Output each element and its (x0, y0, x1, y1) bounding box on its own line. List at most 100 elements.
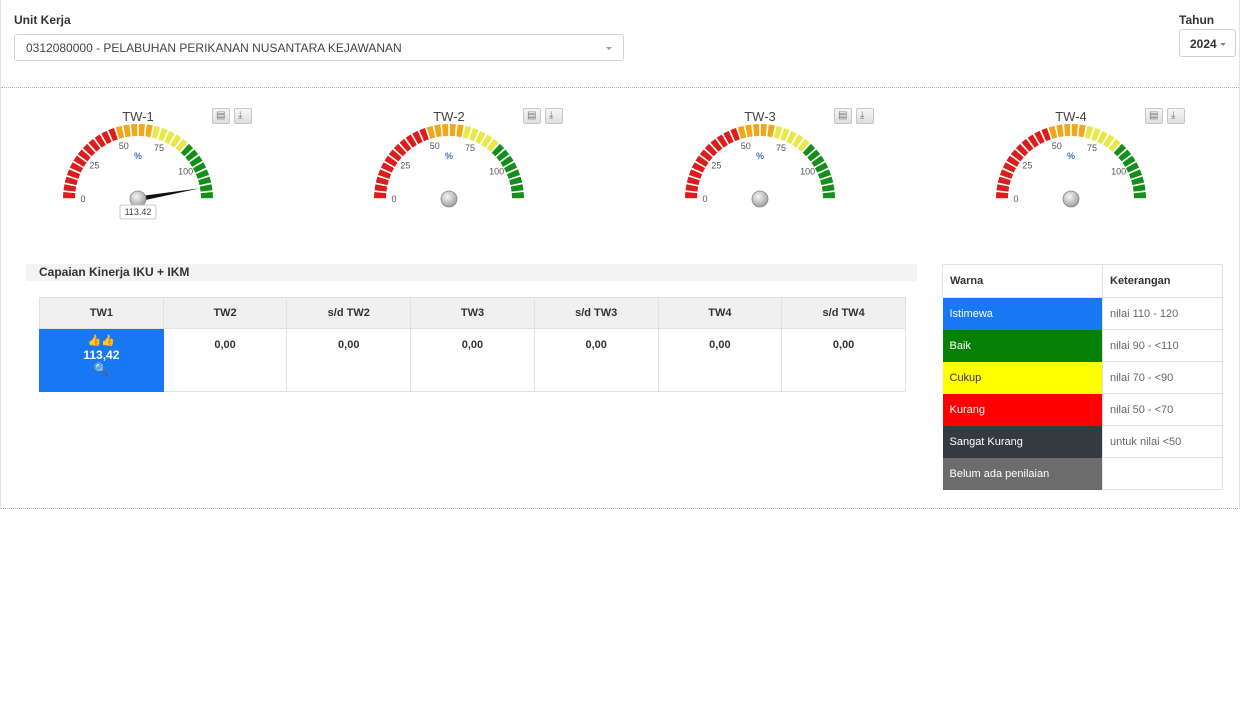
legend-color-cukup: Cukup (942, 361, 1103, 394)
unit-kerja-select[interactable]: 0312080000 - PELABUHAN PERIKANAN NUSANTA… (14, 34, 624, 61)
cell-value: 0,00 (832, 339, 855, 351)
legend-row: Belum ada penilaian (942, 457, 1223, 490)
printer-icon: ▤ (838, 110, 848, 121)
gauge-tick-label: 50 (1052, 141, 1062, 151)
gauge-unit-label: % (445, 151, 453, 161)
gauge-band-segment (1133, 192, 1146, 199)
gauge-band-segment (199, 184, 213, 192)
legend-desc (1102, 457, 1223, 490)
performance-table: TW1 TW2 s/d TW2 TW3 s/d TW3 TW4 s/d TW4 … (39, 297, 906, 392)
gauge-band-segment (1071, 124, 1078, 137)
printer-icon: ▤ (527, 110, 537, 121)
legend-row: Istimewa nilai 110 - 120 (942, 297, 1223, 330)
cell-tw3: 0,00 (410, 328, 535, 392)
gauge-unit-label: % (134, 151, 142, 161)
cell-sd-tw3: 0,00 (533, 328, 659, 392)
gauge-band-segment (760, 124, 767, 137)
chevron-down-icon (606, 47, 612, 50)
gauge-title: TW-4 (1055, 109, 1087, 124)
legend-color-sangat-kurang: Sangat Kurang (942, 425, 1103, 458)
gauge-tick-label: 75 (1087, 143, 1097, 153)
gauge-pivot (440, 190, 458, 208)
gauge-band-segment (374, 192, 387, 199)
download-button[interactable]: ⤓ (856, 108, 874, 124)
gauge-tw1: TW-1 0 25 50 75 100% 113.42 ▤ ⤓ (41, 100, 261, 230)
gauge-tick-label: 75 (776, 143, 786, 153)
gauge-band-segment (1132, 184, 1146, 192)
gauge-title: TW-2 (433, 109, 465, 124)
cell-tw1-value: 113,42 (83, 348, 120, 362)
col-header-sd-tw4: s/d TW4 (781, 297, 906, 329)
legend-desc: nilai 110 - 120 (1102, 297, 1223, 330)
gauge-unit-label: % (1067, 151, 1075, 161)
legend-desc: nilai 70 - <90 (1102, 361, 1223, 394)
search-icon[interactable]: 🔍 (40, 362, 163, 376)
unit-kerja-selected-value: 0312080000 - PELABUHAN PERIKANAN NUSANTA… (26, 41, 402, 55)
gauge-band-segment (434, 124, 442, 138)
cell-sd-tw2: 0,00 (286, 328, 412, 392)
gauge-band-segment (745, 124, 753, 138)
legend-table: Warna Keterangan Istimewa nilai 110 - 12… (942, 264, 1223, 490)
cell-value: 0,00 (461, 339, 484, 351)
gauge-band-segment (511, 192, 524, 199)
cell-value: 0,00 (585, 339, 607, 351)
print-button[interactable]: ▤ (834, 108, 852, 124)
gauge-band-segment (685, 192, 698, 199)
gauge-band-segment (996, 192, 1009, 199)
gauge-band-segment (449, 124, 456, 137)
gauge-tw3: TW-3 0 25 50 75 100% ▤ ⤓ (663, 100, 883, 230)
download-button[interactable]: ⤓ (545, 108, 563, 124)
thumbs-up-icon: 👍👍 (87, 335, 116, 347)
col-header-sd-tw3: s/d TW3 (533, 297, 659, 329)
unit-kerja-label: Unit Kerja (14, 13, 71, 27)
download-icon: ⤓ (549, 110, 554, 121)
gauge-band-segment (131, 124, 138, 137)
col-header-sd-tw2: s/d TW2 (286, 297, 412, 329)
legend-header-warna: Warna (942, 264, 1103, 298)
gauge-band-segment (1064, 124, 1071, 137)
legend-desc: untuk nilai <50 (1102, 425, 1223, 458)
print-button[interactable]: ▤ (523, 108, 541, 124)
legend-row: Kurang nilai 50 - <70 (942, 393, 1223, 426)
gauge-title: TW-1 (122, 109, 154, 124)
gauge-band-segment (442, 124, 449, 137)
legend-row: Baik nilai 90 - <110 (942, 329, 1223, 362)
legend-header-row: Warna Keterangan (942, 264, 1223, 298)
cell-value: 0,00 (214, 339, 236, 351)
col-header-tw2: TW2 (162, 297, 288, 329)
download-button[interactable]: ⤓ (234, 108, 252, 124)
legend-color-kurang: Kurang (942, 393, 1103, 426)
table-header-row: TW1 TW2 s/d TW2 TW3 s/d TW3 TW4 s/d TW4 (39, 297, 906, 329)
gauge-band-segment (767, 124, 775, 138)
gauge-band-segment (822, 192, 835, 199)
col-header-tw3: TW3 (410, 297, 535, 329)
cell-tw2: 0,00 (162, 328, 288, 392)
gauge-band-segment (456, 124, 464, 138)
gauge-band-segment (138, 124, 145, 137)
table-row: 👍👍 113,42 🔍 0,00 0,00 0,00 0,00 0,00 0,0… (39, 328, 906, 392)
legend-desc: nilai 90 - <110 (1102, 329, 1223, 362)
tahun-select[interactable]: 2024 (1179, 29, 1236, 57)
download-button[interactable]: ⤓ (1167, 108, 1185, 124)
gauge-tick-label: 100 (489, 167, 504, 177)
gauge-tick-label: 0 (80, 194, 85, 204)
gauge-tick-label: 0 (391, 194, 396, 204)
download-icon: ⤓ (1171, 110, 1176, 121)
legend-color-baik: Baik (942, 329, 1103, 362)
download-icon: ⤓ (238, 110, 243, 121)
col-header-tw1: TW1 (39, 297, 164, 329)
gauge-tick-label: 25 (89, 161, 99, 171)
gauge-tick-label: 0 (702, 194, 707, 204)
gauge-band-segment (145, 124, 153, 138)
gauge-tick-label: 100 (178, 167, 193, 177)
gauge-tick-label: 25 (711, 161, 721, 171)
print-button[interactable]: ▤ (212, 108, 230, 124)
gauge-tick-label: 75 (154, 143, 164, 153)
gauge-tick-label: 75 (465, 143, 475, 153)
print-button[interactable]: ▤ (1145, 108, 1163, 124)
gauge-band-segment (1056, 124, 1064, 138)
cell-tw1[interactable]: 👍👍 113,42 🔍 (39, 328, 164, 392)
tahun-label: Tahun (1179, 13, 1215, 27)
gauge-band-segment (63, 184, 77, 192)
gauge-pivot (1062, 190, 1080, 208)
